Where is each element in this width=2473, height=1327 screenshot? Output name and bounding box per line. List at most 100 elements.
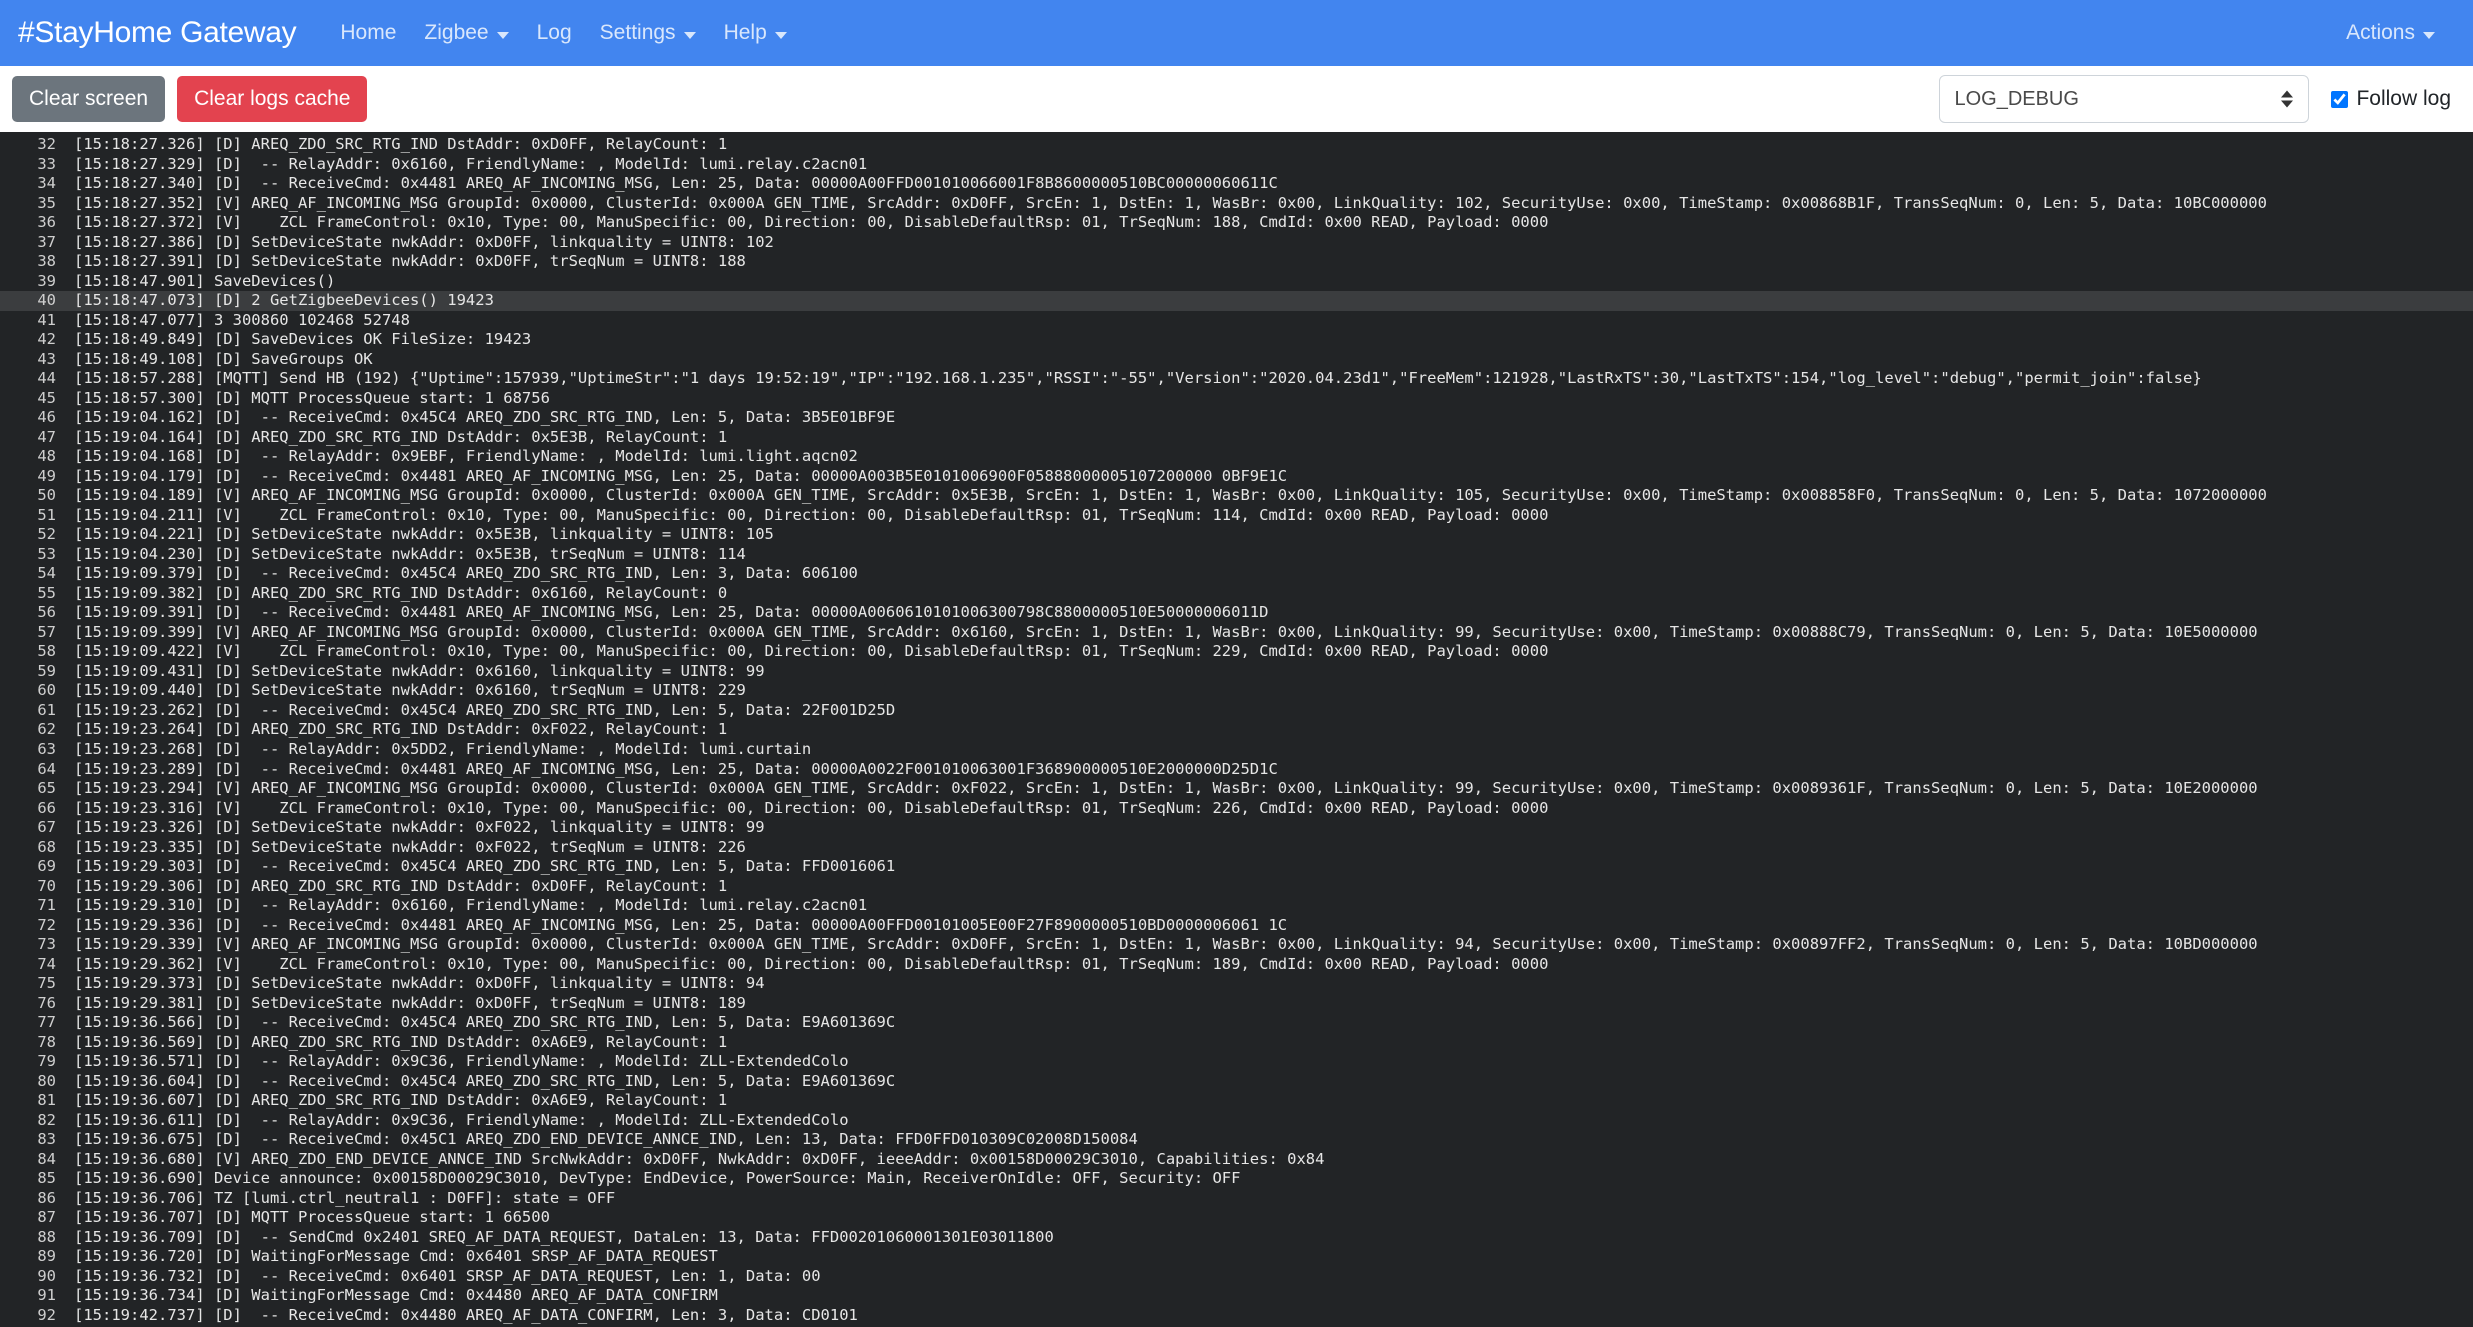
log-line[interactable]: 79 [15:19:36.571] [D] -- RelayAddr: 0x9C3… <box>0 1052 2473 1072</box>
log-line[interactable]: 85 [15:19:36.690] Device announce: 0x0015… <box>0 1169 2473 1189</box>
chevron-down-icon <box>683 31 696 39</box>
log-line[interactable]: 56 [15:19:09.391] [D] -- ReceiveCmd: 0x44… <box>0 603 2473 623</box>
log-line[interactable]: 40 [15:18:47.073] [D] 2 GetZigbeeDevices(… <box>0 291 2473 311</box>
nav-item-zigbee[interactable]: Zigbee <box>410 13 522 53</box>
log-line-text: [15:19:36.566] [D] -- ReceiveCmd: 0x45C4… <box>74 1013 896 1032</box>
log-line-text: [15:19:23.268] [D] -- RelayAddr: 0x5DD2,… <box>74 739 812 758</box>
log-line[interactable]: 91 [15:19:36.734] [D] WaitingForMessage C… <box>0 1286 2473 1306</box>
log-line-text: [15:19:29.339] [V] AREQ_AF_INCOMING_MSG … <box>74 935 2258 954</box>
log-line[interactable]: 67 [15:19:23.326] [D] SetDeviceState nwkA… <box>0 818 2473 838</box>
log-line[interactable]: 75 [15:19:29.373] [D] SetDeviceState nwkA… <box>0 974 2473 994</box>
log-line[interactable]: 86 [15:19:36.706] TZ [lumi.ctrl_neutral1 … <box>0 1189 2473 1209</box>
log-line-number: 69 <box>37 857 56 876</box>
nav-item-label: Help <box>723 21 767 44</box>
log-line[interactable]: 66 [15:19:23.316] [V] ZCL FrameControl: 0… <box>0 799 2473 819</box>
log-line[interactable]: 36 [15:18:27.372] [V] ZCL FrameControl: 0… <box>0 213 2473 233</box>
log-line[interactable]: 37 [15:18:27.386] [D] SetDeviceState nwkA… <box>0 233 2473 253</box>
log-line[interactable]: 90 [15:19:36.732] [D] -- ReceiveCmd: 0x64… <box>0 1267 2473 1287</box>
app-brand[interactable]: #StayHome Gateway <box>18 16 297 50</box>
log-line[interactable]: 72 [15:19:29.336] [D] -- ReceiveCmd: 0x44… <box>0 916 2473 936</box>
log-line[interactable]: 87 [15:19:36.707] [D] MQTT ProcessQueue s… <box>0 1208 2473 1228</box>
log-line[interactable]: 53 [15:19:04.230] [D] SetDeviceState nwkA… <box>0 545 2473 565</box>
log-line[interactable]: 76 [15:19:29.381] [D] SetDeviceState nwkA… <box>0 994 2473 1014</box>
log-line[interactable]: 83 [15:19:36.675] [D] -- ReceiveCmd: 0x45… <box>0 1130 2473 1150</box>
log-line-number: 83 <box>37 1130 56 1149</box>
log-line[interactable]: 50 [15:19:04.189] [V] AREQ_AF_INCOMING_MS… <box>0 486 2473 506</box>
log-line-number: 70 <box>37 876 56 895</box>
nav-item-actions[interactable]: Actions <box>2332 13 2449 53</box>
log-line[interactable]: 58 [15:19:09.422] [V] ZCL FrameControl: 0… <box>0 642 2473 662</box>
log-line[interactable]: 92 [15:19:42.737] [D] -- ReceiveCmd: 0x44… <box>0 1306 2473 1326</box>
log-line-number: 86 <box>37 1188 56 1207</box>
log-line[interactable]: 81 [15:19:36.607] [D] AREQ_ZDO_SRC_RTG_IN… <box>0 1091 2473 1111</box>
log-line[interactable]: 51 [15:19:04.211] [V] ZCL FrameControl: 0… <box>0 506 2473 526</box>
log-line[interactable]: 38 [15:18:27.391] [D] SetDeviceState nwkA… <box>0 252 2473 272</box>
log-line[interactable]: 57 [15:19:09.399] [V] AREQ_AF_INCOMING_MS… <box>0 623 2473 643</box>
log-line[interactable]: 54 [15:19:09.379] [D] -- ReceiveCmd: 0x45… <box>0 564 2473 584</box>
log-console[interactable]: 32 [15:18:27.326] [D] AREQ_ZDO_SRC_RTG_IN… <box>0 132 2473 1327</box>
log-line[interactable]: 60 [15:19:09.440] [D] SetDeviceState nwkA… <box>0 681 2473 701</box>
log-line[interactable]: 88 [15:19:36.709] [D] -- SendCmd 0x2401 S… <box>0 1228 2473 1248</box>
log-line[interactable]: 39 [15:18:47.901] SaveDevices() <box>0 272 2473 292</box>
log-line[interactable]: 63 [15:19:23.268] [D] -- RelayAddr: 0x5DD… <box>0 740 2473 760</box>
log-line[interactable]: 35 [15:18:27.352] [V] AREQ_AF_INCOMING_MS… <box>0 194 2473 214</box>
clear-logs-cache-button[interactable]: Clear logs cache <box>177 76 368 122</box>
log-level-select[interactable]: LOG_ERRORLOG_WARNLOG_INFOLOG_DEBUGLOG_VE… <box>1939 75 2310 123</box>
log-line[interactable]: 89 [15:19:36.720] [D] WaitingForMessage C… <box>0 1247 2473 1267</box>
log-line[interactable]: 49 [15:19:04.179] [D] -- ReceiveCmd: 0x44… <box>0 467 2473 487</box>
follow-log-group: Follow log <box>2331 87 2451 111</box>
log-line-number: 45 <box>37 388 56 407</box>
log-line-number: 90 <box>37 1266 56 1285</box>
log-line-number: 89 <box>37 1247 56 1266</box>
log-line[interactable]: 41 [15:18:47.077] 3 300860 102468 52748 <box>0 311 2473 331</box>
log-line-text: [15:19:36.604] [D] -- ReceiveCmd: 0x45C4… <box>74 1071 896 1090</box>
log-level-select-wrapper: LOG_ERRORLOG_WARNLOG_INFOLOG_DEBUGLOG_VE… <box>1939 75 2310 123</box>
log-line[interactable]: 68 [15:19:23.335] [D] SetDeviceState nwkA… <box>0 838 2473 858</box>
log-line[interactable]: 77 [15:19:36.566] [D] -- ReceiveCmd: 0x45… <box>0 1013 2473 1033</box>
log-line[interactable]: 69 [15:19:29.303] [D] -- ReceiveCmd: 0x45… <box>0 857 2473 877</box>
log-line[interactable]: 44 [15:18:57.288] [MQTT] Send HB (192) {"… <box>0 369 2473 389</box>
log-line[interactable]: 55 [15:19:09.382] [D] AREQ_ZDO_SRC_RTG_IN… <box>0 584 2473 604</box>
log-line[interactable]: 32 [15:18:27.326] [D] AREQ_ZDO_SRC_RTG_IN… <box>0 135 2473 155</box>
navbar-right: Actions <box>2332 13 2449 53</box>
log-line[interactable]: 48 [15:19:04.168] [D] -- RelayAddr: 0x9EB… <box>0 447 2473 467</box>
clear-screen-button[interactable]: Clear screen <box>12 76 166 122</box>
log-line[interactable]: 34 [15:18:27.340] [D] -- ReceiveCmd: 0x44… <box>0 174 2473 194</box>
log-line-number: 33 <box>37 154 56 173</box>
nav-item-help[interactable]: Help <box>710 13 801 53</box>
log-line[interactable]: 47 [15:19:04.164] [D] AREQ_ZDO_SRC_RTG_IN… <box>0 428 2473 448</box>
log-line[interactable]: 71 [15:19:29.310] [D] -- RelayAddr: 0x616… <box>0 896 2473 916</box>
log-line[interactable]: 61 [15:19:23.262] [D] -- ReceiveCmd: 0x45… <box>0 701 2473 721</box>
log-line[interactable]: 64 [15:19:23.289] [D] -- ReceiveCmd: 0x44… <box>0 760 2473 780</box>
log-line[interactable]: 42 [15:18:49.849] [D] SaveDevices OK File… <box>0 330 2473 350</box>
log-line[interactable]: 73 [15:19:29.339] [V] AREQ_AF_INCOMING_MS… <box>0 935 2473 955</box>
log-line-text: [15:18:47.901] SaveDevices() <box>74 271 336 290</box>
log-line[interactable]: 65 [15:19:23.294] [V] AREQ_AF_INCOMING_MS… <box>0 779 2473 799</box>
log-line[interactable]: 80 [15:19:36.604] [D] -- ReceiveCmd: 0x45… <box>0 1072 2473 1092</box>
log-line-number: 37 <box>37 232 56 251</box>
log-line[interactable]: 59 [15:19:09.431] [D] SetDeviceState nwkA… <box>0 662 2473 682</box>
log-line[interactable]: 78 [15:19:36.569] [D] AREQ_ZDO_SRC_RTG_IN… <box>0 1033 2473 1053</box>
log-line[interactable]: 62 [15:19:23.264] [D] AREQ_ZDO_SRC_RTG_IN… <box>0 720 2473 740</box>
log-line[interactable]: 33 [15:18:27.329] [D] -- RelayAddr: 0x616… <box>0 155 2473 175</box>
log-line[interactable]: 74 [15:19:29.362] [V] ZCL FrameControl: 0… <box>0 955 2473 975</box>
log-line-number: 73 <box>37 935 56 954</box>
log-line[interactable]: 82 [15:19:36.611] [D] -- RelayAddr: 0x9C3… <box>0 1111 2473 1131</box>
log-line-text: [15:19:36.611] [D] -- RelayAddr: 0x9C36,… <box>74 1110 849 1129</box>
log-line-text: [15:19:36.571] [D] -- RelayAddr: 0x9C36,… <box>74 1052 849 1071</box>
log-line[interactable]: 46 [15:19:04.162] [D] -- ReceiveCmd: 0x45… <box>0 408 2473 428</box>
nav-item-home[interactable]: Home <box>326 13 410 53</box>
log-line[interactable]: 43 [15:18:49.108] [D] SaveGroups OK <box>0 350 2473 370</box>
log-line[interactable]: 52 [15:19:04.221] [D] SetDeviceState nwkA… <box>0 525 2473 545</box>
log-line[interactable]: 84 [15:19:36.680] [V] AREQ_ZDO_END_DEVICE… <box>0 1150 2473 1170</box>
log-line-text: [15:19:36.675] [D] -- ReceiveCmd: 0x45C1… <box>74 1130 1138 1149</box>
log-line-text: [15:19:29.303] [D] -- ReceiveCmd: 0x45C4… <box>74 857 896 876</box>
log-line-text: [15:19:23.264] [D] AREQ_ZDO_SRC_RTG_IND … <box>74 720 728 739</box>
log-line[interactable]: 45 [15:18:57.300] [D] MQTT ProcessQueue s… <box>0 389 2473 409</box>
nav-item-settings[interactable]: Settings <box>586 13 710 53</box>
log-line-text: [15:18:57.288] [MQTT] Send HB (192) {"Up… <box>74 369 2202 388</box>
follow-log-checkbox[interactable] <box>2331 90 2349 108</box>
nav-item-log[interactable]: Log <box>523 13 586 53</box>
log-line-text: [15:19:23.316] [V] ZCL FrameControl: 0x1… <box>74 798 1549 817</box>
log-line[interactable]: 70 [15:19:29.306] [D] AREQ_ZDO_SRC_RTG_IN… <box>0 877 2473 897</box>
